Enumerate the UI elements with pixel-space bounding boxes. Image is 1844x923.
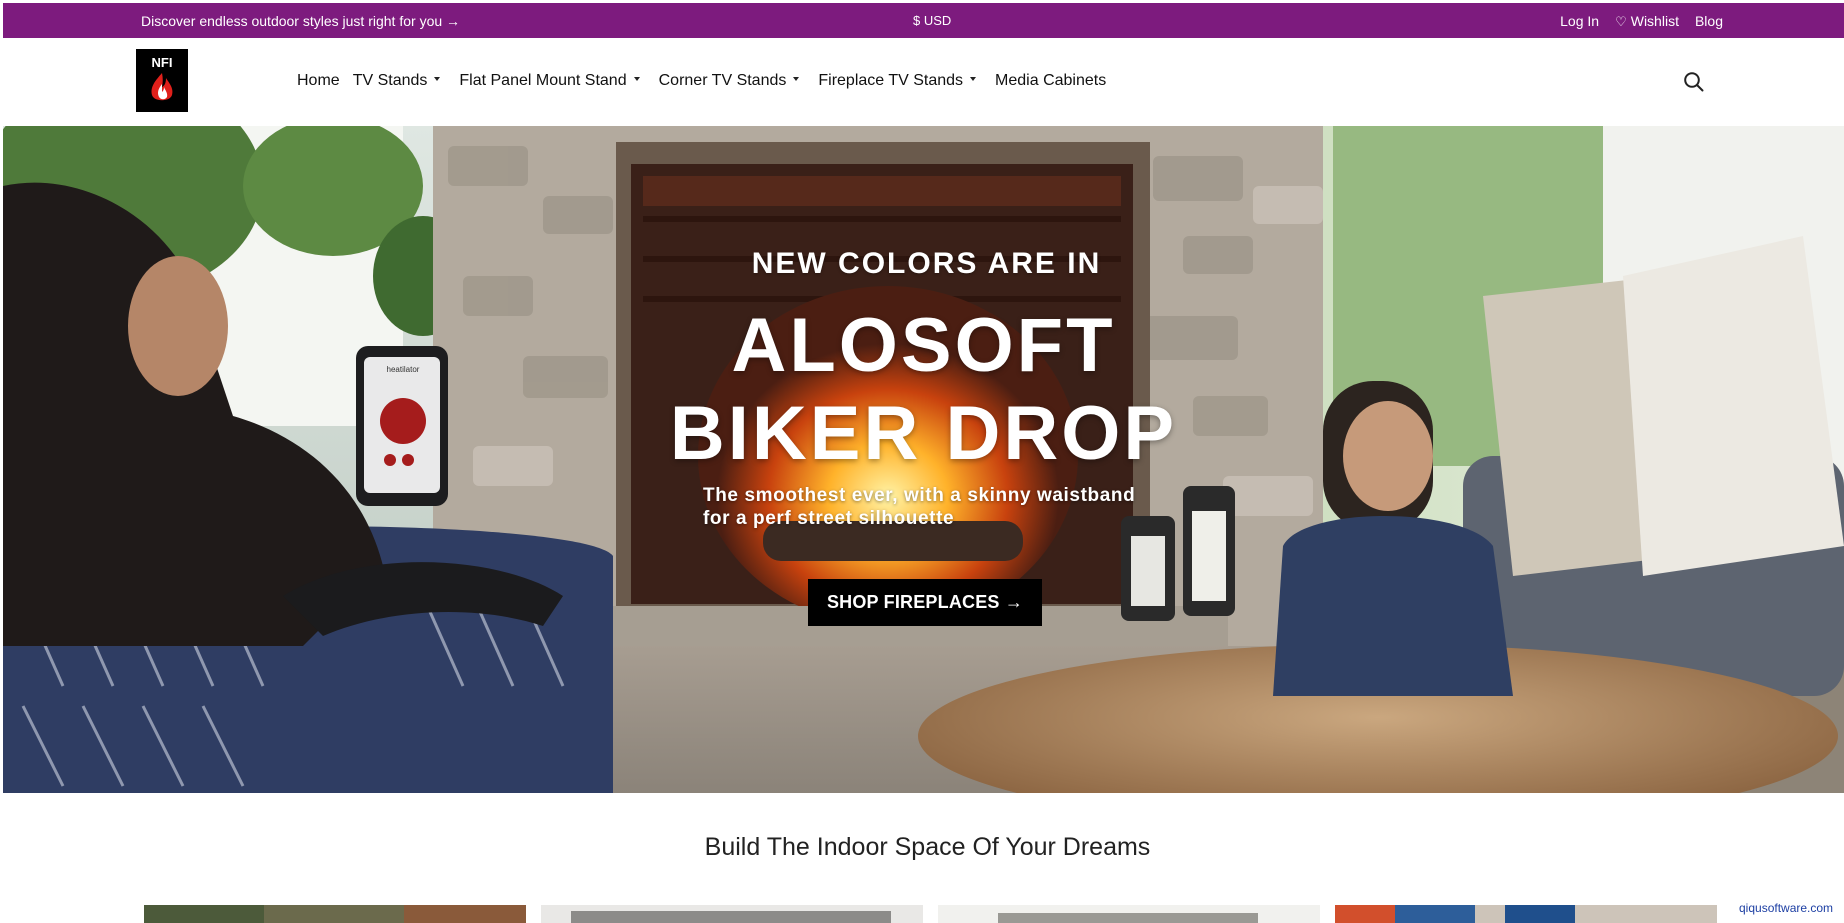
watermark: qiqusoftware.com (1739, 901, 1834, 915)
nav-media-cabinets[interactable]: Media Cabinets (995, 72, 1106, 90)
category-card-image (144, 905, 526, 923)
nav-corner-label: Corner TV Stands (658, 72, 787, 89)
site-header: NFI Home TV Stands Flat Panel Mount Stan… (3, 38, 1844, 126)
main-nav: Home TV Stands Flat Panel Mount Stand Co… (297, 72, 1119, 90)
category-card[interactable] (938, 905, 1320, 923)
chevron-down-icon (793, 77, 800, 81)
chevron-down-icon (434, 77, 441, 81)
category-cards (144, 905, 1717, 923)
nav-flat-panel-label: Flat Panel Mount Stand (459, 72, 627, 89)
wishlist-link[interactable]: ♡ Wishlist (1615, 13, 1679, 29)
nav-tv-stands[interactable]: TV Stands (353, 72, 441, 90)
category-card-image (938, 905, 1320, 923)
hero-subtitle: The smoothest ever, with a skinny waistb… (703, 484, 1173, 530)
announcement-bar: Discover endless outdoor styles just rig… (3, 3, 1844, 38)
logo-flame-icon: NFI (141, 54, 183, 107)
hero-headline: ALOSOFT BIKER DROP (3, 302, 1844, 478)
nav-home[interactable]: Home (297, 72, 340, 90)
currency-selector[interactable]: $ USD (913, 13, 951, 28)
utility-links: Log In ♡ Wishlist Blog (1560, 13, 1723, 29)
svg-text:NFI: NFI (152, 55, 173, 70)
hero-headline-line-1: ALOSOFT (731, 303, 1116, 388)
search-icon (1684, 72, 1704, 92)
category-card-image (541, 905, 923, 923)
hero-headline-line-2: BIKER DROP (669, 391, 1178, 476)
category-card[interactable] (144, 905, 526, 923)
category-card[interactable] (1335, 905, 1717, 923)
hero-subtitle-line-1: The smoothest ever, with a skinny waistb… (703, 485, 1136, 506)
login-link[interactable]: Log In (1560, 13, 1599, 29)
shop-fireplaces-button[interactable]: SHOP FIREPLACES → (808, 579, 1042, 626)
hero-eyebrow: NEW COLORS ARE IN (751, 247, 1102, 280)
logo[interactable]: NFI (136, 49, 188, 112)
nav-corner-tv-stands[interactable]: Corner TV Stands (659, 72, 800, 90)
nav-fireplace-label: Fireplace TV Stands (818, 72, 964, 89)
nav-media-cabinets-label: Media Cabinets (995, 72, 1107, 89)
hero-subtitle-line-2: for a perf street silhouette (703, 508, 955, 529)
nav-flat-panel-mount-stand[interactable]: Flat Panel Mount Stand (459, 72, 640, 90)
chevron-down-icon (970, 77, 977, 81)
search-button[interactable] (1683, 71, 1705, 93)
nav-fireplace-tv-stands[interactable]: Fireplace TV Stands (818, 72, 977, 90)
nav-home-label: Home (297, 72, 340, 89)
wishlist-label: Wishlist (1630, 13, 1679, 29)
category-card-image (1335, 905, 1717, 923)
page: Discover endless outdoor styles just rig… (3, 3, 1844, 923)
promo-link[interactable]: Discover endless outdoor styles just rig… (141, 13, 460, 29)
category-card[interactable] (541, 905, 923, 923)
blog-link[interactable]: Blog (1695, 13, 1723, 29)
nav-tv-stands-label: TV Stands (352, 72, 428, 89)
heart-icon: ♡ (1615, 13, 1627, 29)
hero-banner: heatilator NEW COLORS ARE IN ALOSOFT BIK… (3, 126, 1844, 793)
section-title: Build The Indoor Space Of Your Dreams (704, 833, 1151, 861)
chevron-down-icon (633, 77, 640, 81)
